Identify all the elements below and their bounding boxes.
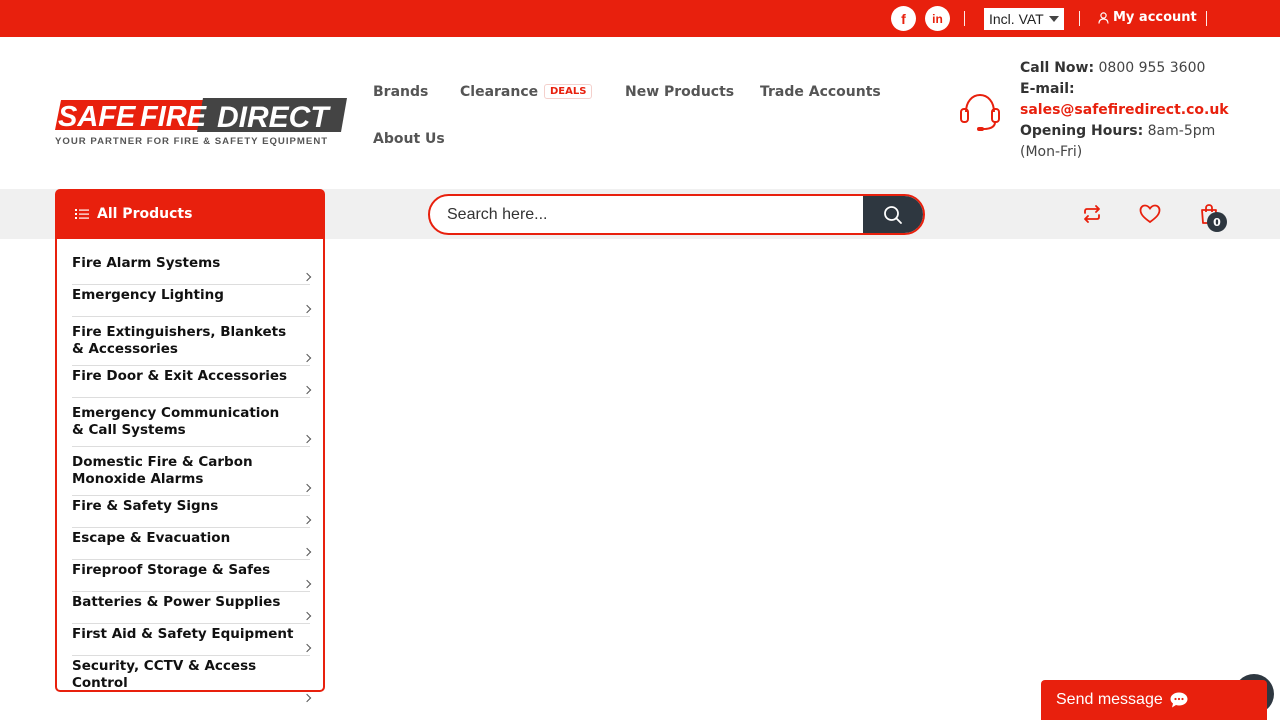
category-label: Fireproof Storage & Safes [72,562,271,578]
my-account-label: My account [1113,10,1197,25]
send-message-label: Send message [1056,691,1163,708]
chevron-right-icon [302,515,312,525]
contact-email-label: E-mail: [1020,79,1075,100]
heart-icon [1139,204,1161,224]
logo-direct: DIRECT [217,101,331,134]
chevron-right-icon [302,579,312,589]
hours-label: Opening Hours: [1020,123,1144,139]
email-link[interactable]: sales@safefiredirect.co.uk [1020,102,1229,118]
vat-select[interactable]: Incl. VAT [984,8,1064,30]
category-label: Fire Door & Exit Accessories [72,368,288,384]
nav-trade-accounts[interactable]: Trade Accounts [760,84,881,100]
chevron-right-icon [302,483,312,493]
chevron-right-icon [302,611,312,621]
all-products-label: All Products [97,206,193,222]
category-label: Domestic Fire & Carbon Monoxide Alarms [72,454,253,487]
category-label: Emergency Communication & Call Systems [72,405,280,438]
category-item[interactable]: Security, CCTV & Access Control [72,656,312,705]
facebook-icon[interactable]: f [891,6,916,31]
headset-icon [960,93,1000,131]
category-label: Fire Alarm Systems [72,255,221,271]
category-label: Fire Extinguishers, Blankets & Accessori… [72,324,287,357]
list-icon [75,209,89,219]
logo-fire: FIRE [140,101,208,133]
caret-down-icon [1048,16,1059,22]
send-message-widget[interactable]: Send message [1041,680,1267,720]
all-products-button[interactable]: All Products [55,189,325,239]
nav-about-us[interactable]: About Us [373,131,445,147]
logo-safe: SAFE [58,101,137,133]
category-item[interactable]: Fire Door & Exit Accessories [72,366,312,398]
category-label: Fire & Safety Signs [72,498,219,514]
category-item[interactable]: Fireproof Storage & Safes [72,560,312,592]
category-item[interactable]: Emergency Communication & Call Systems [72,398,312,447]
deals-badge: DEALS [544,84,593,99]
phone-number[interactable]: 0800 955 3600 [1099,60,1206,76]
category-label: Security, CCTV & Access Control [72,658,257,691]
nav-new-products[interactable]: New Products [625,84,734,100]
category-label: Batteries & Power Supplies [72,594,281,610]
linkedin-icon[interactable]: in [925,6,950,31]
cart-count-badge: 0 [1207,212,1227,232]
chevron-right-icon [302,547,312,557]
category-menu: Fire Alarm Systems Emergency Lighting Fire… [55,239,325,703]
vat-selected-value: Incl. VAT [989,11,1044,27]
search-bar [428,194,925,235]
opening-days: (Mon-Fri) [1020,142,1082,163]
logo-graphic: SAFE FIRE DIRECT YOUR PARTNER FOR FIRE &… [55,98,347,147]
chevron-right-icon [302,693,312,703]
nav-clearance[interactable]: Clearance [460,84,538,100]
chevron-right-icon [302,643,312,653]
site-logo[interactable]: SAFE FIRE DIRECT YOUR PARTNER FOR FIRE &… [55,98,347,148]
search-button[interactable] [863,196,923,233]
category-item[interactable]: First Aid & Safety Equipment [72,624,312,656]
hours-value: 8am-5pm [1147,123,1216,139]
compare-button[interactable] [1079,201,1105,227]
category-item[interactable]: Fire Alarm Systems [72,253,312,285]
email-label: E-mail: [1020,81,1075,97]
category-list: Fire Alarm Systems Emergency Lighting Fire… [72,253,312,705]
wishlist-button[interactable] [1137,201,1163,227]
search-icon [884,205,902,224]
category-item[interactable]: Fire & Safety Signs [72,496,312,528]
category-item[interactable]: Fire Extinguishers, Blankets & Accessori… [72,317,312,366]
logo-tagline: YOUR PARTNER FOR FIRE & SAFETY EQUIPMENT [55,136,328,147]
nav-brands[interactable]: Brands [373,84,428,100]
category-item[interactable]: Escape & Evacuation [72,528,312,560]
opening-hours: Opening Hours: 8am-5pm [1020,121,1215,142]
chevron-right-icon [302,434,312,444]
my-account-link[interactable]: My account [1098,10,1197,25]
chat-icon [1170,692,1188,708]
category-item[interactable]: Batteries & Power Supplies [72,592,312,624]
category-item[interactable]: Domestic Fire & Carbon Monoxide Alarms [72,447,312,496]
contact-phone: Call Now: 0800 955 3600 [1020,58,1205,79]
contact-email: sales@safefiredirect.co.uk [1020,100,1229,121]
divider [1079,11,1080,26]
chevron-right-icon [302,385,312,395]
search-input[interactable] [430,196,864,233]
chevron-right-icon [302,304,312,314]
call-label: Call Now: [1020,60,1095,76]
user-icon [1098,11,1109,24]
category-label: Emergency Lighting [72,287,224,303]
chevron-right-icon [302,272,312,282]
divider [964,11,965,26]
chevron-right-icon [302,353,312,363]
category-label: First Aid & Safety Equipment [72,626,294,642]
category-label: Escape & Evacuation [72,530,231,546]
top-bar: f in Incl. VAT My account [0,0,1280,37]
divider [1206,11,1207,26]
days-value: (Mon-Fri) [1020,144,1083,160]
compare-icon [1084,205,1100,223]
category-item[interactable]: Emergency Lighting [72,285,312,317]
